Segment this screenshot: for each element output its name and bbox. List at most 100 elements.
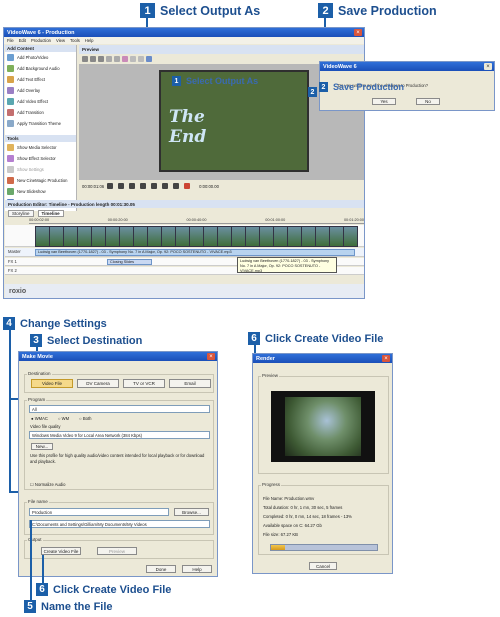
sidebar-item-add-photo[interactable]: Add Photo/Video — [5, 52, 76, 63]
audio-clip[interactable]: Ludwig van Beethoven (1770-1827) - 03 - … — [35, 249, 355, 256]
rewind-icon[interactable] — [118, 183, 125, 189]
text-icon — [7, 76, 14, 83]
master-track: Master Ludwig van Beethoven (1770-1827) … — [5, 248, 364, 257]
settings-icon — [7, 166, 14, 173]
video-thumbnail[interactable] — [315, 226, 330, 247]
menu-help[interactable]: Help — [85, 38, 94, 43]
video-thumbnail[interactable] — [77, 226, 92, 247]
paste-icon[interactable] — [98, 56, 104, 62]
sidebar-item-media-selector[interactable]: Show Media Selector — [5, 142, 76, 153]
video-thumbnail[interactable] — [273, 226, 288, 247]
effect-tool-icon[interactable] — [122, 56, 128, 62]
filename-input[interactable]: Production — [29, 508, 169, 516]
transition-tool-icon[interactable] — [130, 56, 136, 62]
callout-save-production: 2 Save Production — [318, 3, 437, 18]
radio-wm[interactable]: ○ WM — [58, 416, 69, 421]
output-as-icon[interactable] — [146, 56, 152, 62]
program-select[interactable]: All — [29, 405, 210, 413]
overlay-text: The End — [169, 107, 207, 147]
copy-icon[interactable] — [90, 56, 96, 62]
fast-forward-icon[interactable] — [162, 183, 169, 189]
video-thumbnail[interactable] — [161, 226, 176, 247]
dest-email-button[interactable]: Email — [169, 379, 211, 388]
video-thumbnail[interactable] — [287, 226, 302, 247]
video-thumbnail[interactable] — [231, 226, 246, 247]
close-icon[interactable]: × — [354, 29, 362, 36]
dest-tv-vcr-button[interactable]: TV or VCR — [123, 379, 165, 388]
video-thumbnail[interactable] — [119, 226, 134, 247]
close-icon[interactable]: × — [382, 355, 390, 362]
video-thumbnail[interactable] — [35, 226, 50, 247]
overlay-tool-icon[interactable] — [114, 56, 120, 62]
video-thumbnail[interactable] — [329, 226, 344, 247]
sidebar-item-add-video-effect[interactable]: Add Video Effect — [5, 96, 76, 107]
cancel-button[interactable]: Cancel — [309, 562, 337, 570]
sidebar-item-apply-theme[interactable]: Apply Transition Theme — [5, 118, 76, 129]
make-movie-title: Make Movie — [22, 353, 53, 360]
format-radios: ● WMAC ○ WM ○ Both — [31, 416, 91, 421]
video-thumbnail[interactable] — [217, 226, 232, 247]
callout-number: 1 — [140, 3, 155, 18]
sidebar-item-add-transition[interactable]: Add Transition — [5, 107, 76, 118]
text-clip[interactable]: Closing Slides — [107, 259, 152, 265]
menu-production[interactable]: Production — [31, 38, 51, 43]
video-thumbnail[interactable] — [245, 226, 260, 247]
video-thumbnail[interactable] — [91, 226, 106, 247]
quality-select[interactable]: Windows Media Video 9 for Local Area Net… — [29, 431, 210, 439]
sidebar-item-cinemagic[interactable]: New CineMagic Production — [5, 175, 76, 186]
sidebar-item-slideshow[interactable]: New Slideshow — [5, 186, 76, 197]
sidebar-item-add-text[interactable]: Add Text Effect — [5, 74, 76, 85]
video-thumbnail[interactable] — [301, 226, 316, 247]
menu-file[interactable]: File — [7, 38, 14, 43]
sidebar-item-effect-selector[interactable]: Show Effect Selector — [5, 153, 76, 164]
video-thumbnail[interactable] — [175, 226, 190, 247]
close-icon[interactable]: × — [207, 353, 215, 360]
menu-tools[interactable]: Tools — [70, 38, 80, 43]
video-thumbnail[interactable] — [189, 226, 204, 247]
play-icon[interactable] — [140, 183, 147, 189]
photo-icon — [7, 54, 14, 61]
help-button[interactable]: Help — [182, 565, 212, 573]
menu-edit[interactable]: Edit — [19, 38, 26, 43]
record-icon[interactable] — [184, 183, 191, 189]
text-tool-icon[interactable] — [106, 56, 112, 62]
step-back-icon[interactable] — [129, 183, 136, 189]
video-thumbnail[interactable] — [133, 226, 148, 247]
go-start-icon[interactable] — [107, 183, 114, 189]
dest-video-file-button[interactable]: Video File — [31, 379, 73, 388]
tab-timeline[interactable]: Timeline — [37, 209, 64, 217]
preview-button[interactable]: Preview — [97, 547, 137, 555]
path-input[interactable]: C:\Documents and Settings\Gilliam\My Doc… — [29, 520, 210, 528]
radio-both[interactable]: ○ Both — [79, 416, 91, 421]
callout-click-create-video-file-right: 6 Click Create Video File — [248, 332, 383, 345]
sidebar-item-settings[interactable]: Show Settings — [5, 164, 76, 175]
done-button[interactable]: Done — [146, 565, 176, 573]
video-thumbnail[interactable] — [63, 226, 78, 247]
menu-view[interactable]: View — [56, 38, 65, 43]
callout-leader — [42, 555, 44, 583]
video-thumbnail[interactable] — [49, 226, 64, 247]
snapshot-icon[interactable] — [138, 56, 144, 62]
sidebar-item-add-audio[interactable]: Add Background Audio — [5, 63, 76, 74]
radio-wmac[interactable]: ● WMAC — [31, 416, 48, 421]
normalize-audio-checkbox[interactable]: ☐ Normalize Audio — [30, 482, 65, 487]
no-button[interactable]: No — [416, 98, 440, 105]
cut-icon[interactable] — [82, 56, 88, 62]
video-thumbnail[interactable] — [147, 226, 162, 247]
sidebar-item-add-overlay[interactable]: Add Overlay — [5, 85, 76, 96]
create-video-file-button[interactable]: Create Video File — [41, 547, 81, 555]
tab-storyline[interactable]: Storyline — [8, 209, 34, 217]
close-icon[interactable]: × — [484, 63, 492, 70]
video-thumbnail[interactable] — [105, 226, 120, 247]
browse-button[interactable]: Browse... — [174, 508, 209, 516]
video-thumbnail[interactable] — [343, 226, 358, 247]
video-thumbnail[interactable] — [259, 226, 274, 247]
step-forward-icon[interactable] — [151, 183, 158, 189]
callout-leader — [9, 330, 11, 492]
video-thumbnail[interactable] — [203, 226, 218, 247]
go-end-icon[interactable] — [173, 183, 180, 189]
slideshow-icon — [7, 188, 14, 195]
dest-dv-camera-button[interactable]: DV Camera — [77, 379, 119, 388]
new-profile-button[interactable]: New... — [31, 443, 53, 450]
yes-button[interactable]: Yes — [372, 98, 396, 105]
